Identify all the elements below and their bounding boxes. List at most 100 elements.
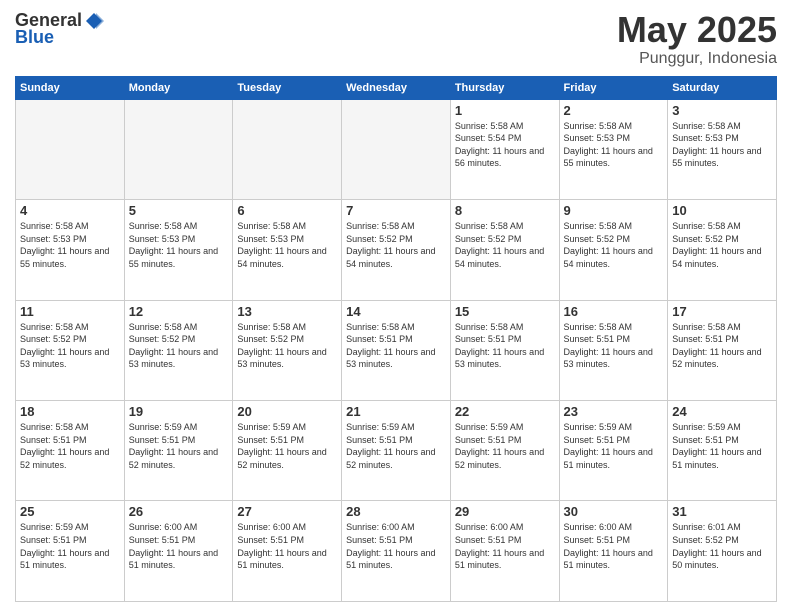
day-number: 9: [564, 203, 664, 218]
day-info: Sunrise: 5:59 AM Sunset: 5:51 PM Dayligh…: [346, 421, 446, 471]
day-info: Sunrise: 5:58 AM Sunset: 5:52 PM Dayligh…: [20, 321, 120, 371]
day-cell: [342, 99, 451, 199]
day-info: Sunrise: 5:58 AM Sunset: 5:51 PM Dayligh…: [20, 421, 120, 471]
day-cell: 23 Sunrise: 5:59 AM Sunset: 5:51 PM Dayli…: [559, 401, 668, 501]
day-info: Sunrise: 5:58 AM Sunset: 5:52 PM Dayligh…: [346, 220, 446, 270]
day-number: 28: [346, 504, 446, 519]
day-cell: [124, 99, 233, 199]
day-info: Sunrise: 5:58 AM Sunset: 5:54 PM Dayligh…: [455, 120, 555, 170]
day-cell: 17 Sunrise: 5:58 AM Sunset: 5:51 PM Dayli…: [668, 300, 777, 400]
day-cell: 26 Sunrise: 6:00 AM Sunset: 5:51 PM Dayli…: [124, 501, 233, 602]
week-row-2: 4 Sunrise: 5:58 AM Sunset: 5:53 PM Daylig…: [16, 200, 777, 300]
day-number: 4: [20, 203, 120, 218]
day-number: 31: [672, 504, 772, 519]
day-info: Sunrise: 5:58 AM Sunset: 5:51 PM Dayligh…: [455, 321, 555, 371]
day-number: 12: [129, 304, 229, 319]
day-cell: 31 Sunrise: 6:01 AM Sunset: 5:52 PM Dayli…: [668, 501, 777, 602]
weekday-sunday: Sunday: [16, 76, 125, 99]
day-cell: 18Sunrise: 5:58 AM Sunset: 5:51 PM Dayli…: [16, 401, 125, 501]
day-info: Sunrise: 5:58 AM Sunset: 5:52 PM Dayligh…: [129, 321, 229, 371]
day-info: Sunrise: 5:59 AM Sunset: 5:51 PM Dayligh…: [672, 421, 772, 471]
day-cell: 28 Sunrise: 6:00 AM Sunset: 5:51 PM Dayli…: [342, 501, 451, 602]
day-cell: 6Sunrise: 5:58 AM Sunset: 5:53 PM Daylig…: [233, 200, 342, 300]
logo: General Blue: [15, 10, 104, 48]
day-number: 27: [237, 504, 337, 519]
day-info: Sunrise: 5:59 AM Sunset: 5:51 PM Dayligh…: [237, 421, 337, 471]
day-number: 21: [346, 404, 446, 419]
day-number: 25: [20, 504, 120, 519]
header: General Blue May 2025 Punggur, Indonesia: [15, 10, 777, 68]
day-info: Sunrise: 6:01 AM Sunset: 5:52 PM Dayligh…: [672, 521, 772, 571]
day-number: 5: [129, 203, 229, 218]
day-cell: 29Sunrise: 6:00 AM Sunset: 5:51 PM Dayli…: [450, 501, 559, 602]
day-cell: 15 Sunrise: 5:58 AM Sunset: 5:51 PM Dayli…: [450, 300, 559, 400]
week-row-3: 11 Sunrise: 5:58 AM Sunset: 5:52 PM Dayli…: [16, 300, 777, 400]
day-cell: [233, 99, 342, 199]
day-info: Sunrise: 5:59 AM Sunset: 5:51 PM Dayligh…: [20, 521, 120, 571]
day-info: Sunrise: 5:59 AM Sunset: 5:51 PM Dayligh…: [129, 421, 229, 471]
day-number: 16: [564, 304, 664, 319]
day-cell: 10 Sunrise: 5:58 AM Sunset: 5:52 PM Dayli…: [668, 200, 777, 300]
day-info: Sunrise: 5:59 AM Sunset: 5:51 PM Dayligh…: [564, 421, 664, 471]
day-number: 23: [564, 404, 664, 419]
day-info: Sunrise: 6:00 AM Sunset: 5:51 PM Dayligh…: [564, 521, 664, 571]
day-cell: 22 Sunrise: 5:59 AM Sunset: 5:51 PM Dayli…: [450, 401, 559, 501]
day-info: Sunrise: 5:58 AM Sunset: 5:51 PM Dayligh…: [672, 321, 772, 371]
weekday-monday: Monday: [124, 76, 233, 99]
day-info: Sunrise: 5:58 AM Sunset: 5:51 PM Dayligh…: [564, 321, 664, 371]
day-number: 11: [20, 304, 120, 319]
day-cell: 8Sunrise: 5:58 AM Sunset: 5:52 PM Daylig…: [450, 200, 559, 300]
title-block: May 2025 Punggur, Indonesia: [617, 10, 777, 68]
day-info: Sunrise: 5:58 AM Sunset: 5:51 PM Dayligh…: [346, 321, 446, 371]
day-info: Sunrise: 5:59 AM Sunset: 5:51 PM Dayligh…: [455, 421, 555, 471]
day-number: 30: [564, 504, 664, 519]
day-info: Sunrise: 5:58 AM Sunset: 5:53 PM Dayligh…: [129, 220, 229, 270]
day-cell: 11 Sunrise: 5:58 AM Sunset: 5:52 PM Dayli…: [16, 300, 125, 400]
day-info: Sunrise: 6:00 AM Sunset: 5:51 PM Dayligh…: [237, 521, 337, 571]
day-number: 10: [672, 203, 772, 218]
weekday-wednesday: Wednesday: [342, 76, 451, 99]
day-cell: 2 Sunrise: 5:58 AM Sunset: 5:53 PM Daylig…: [559, 99, 668, 199]
day-number: 3: [672, 103, 772, 118]
weekday-saturday: Saturday: [668, 76, 777, 99]
logo-blue-text: Blue: [15, 27, 54, 48]
day-cell: 12 Sunrise: 5:58 AM Sunset: 5:52 PM Dayli…: [124, 300, 233, 400]
day-number: 14: [346, 304, 446, 319]
day-number: 7: [346, 203, 446, 218]
day-number: 22: [455, 404, 555, 419]
day-number: 26: [129, 504, 229, 519]
day-number: 17: [672, 304, 772, 319]
day-cell: 19Sunrise: 5:59 AM Sunset: 5:51 PM Dayli…: [124, 401, 233, 501]
week-row-5: 25 Sunrise: 5:59 AM Sunset: 5:51 PM Dayli…: [16, 501, 777, 602]
day-info: Sunrise: 5:58 AM Sunset: 5:53 PM Dayligh…: [20, 220, 120, 270]
day-info: Sunrise: 6:00 AM Sunset: 5:51 PM Dayligh…: [129, 521, 229, 571]
day-info: Sunrise: 5:58 AM Sunset: 5:53 PM Dayligh…: [564, 120, 664, 170]
day-info: Sunrise: 6:00 AM Sunset: 5:51 PM Dayligh…: [346, 521, 446, 571]
week-row-4: 18Sunrise: 5:58 AM Sunset: 5:51 PM Dayli…: [16, 401, 777, 501]
day-cell: 16 Sunrise: 5:58 AM Sunset: 5:51 PM Dayli…: [559, 300, 668, 400]
day-cell: 5 Sunrise: 5:58 AM Sunset: 5:53 PM Daylig…: [124, 200, 233, 300]
day-number: 2: [564, 103, 664, 118]
day-cell: 7 Sunrise: 5:58 AM Sunset: 5:52 PM Daylig…: [342, 200, 451, 300]
day-number: 8: [455, 203, 555, 218]
month-title: May 2025: [617, 10, 777, 50]
day-number: 15: [455, 304, 555, 319]
day-info: Sunrise: 5:58 AM Sunset: 5:52 PM Dayligh…: [564, 220, 664, 270]
day-number: 13: [237, 304, 337, 319]
week-row-1: 1Sunrise: 5:58 AM Sunset: 5:54 PM Daylig…: [16, 99, 777, 199]
day-number: 24: [672, 404, 772, 419]
logo-icon: [84, 11, 104, 31]
day-cell: 4 Sunrise: 5:58 AM Sunset: 5:53 PM Daylig…: [16, 200, 125, 300]
weekday-thursday: Thursday: [450, 76, 559, 99]
weekday-tuesday: Tuesday: [233, 76, 342, 99]
day-info: Sunrise: 5:58 AM Sunset: 5:52 PM Dayligh…: [237, 321, 337, 371]
weekday-friday: Friday: [559, 76, 668, 99]
day-cell: 3 Sunrise: 5:58 AM Sunset: 5:53 PM Daylig…: [668, 99, 777, 199]
day-cell: 21 Sunrise: 5:59 AM Sunset: 5:51 PM Dayli…: [342, 401, 451, 501]
day-info: Sunrise: 5:58 AM Sunset: 5:52 PM Dayligh…: [672, 220, 772, 270]
day-info: Sunrise: 5:58 AM Sunset: 5:53 PM Dayligh…: [672, 120, 772, 170]
weekday-header-row: SundayMondayTuesdayWednesdayThursdayFrid…: [16, 76, 777, 99]
day-info: Sunrise: 6:00 AM Sunset: 5:51 PM Dayligh…: [455, 521, 555, 571]
day-cell: 20Sunrise: 5:59 AM Sunset: 5:51 PM Dayli…: [233, 401, 342, 501]
day-cell: 24 Sunrise: 5:59 AM Sunset: 5:51 PM Dayli…: [668, 401, 777, 501]
